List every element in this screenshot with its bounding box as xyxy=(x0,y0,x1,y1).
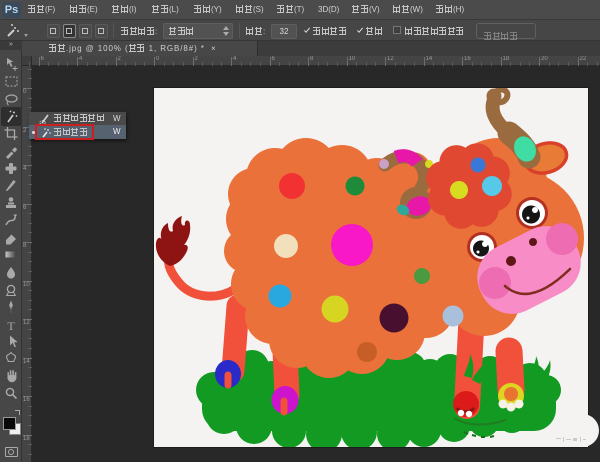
svg-text:T: T xyxy=(7,319,15,332)
